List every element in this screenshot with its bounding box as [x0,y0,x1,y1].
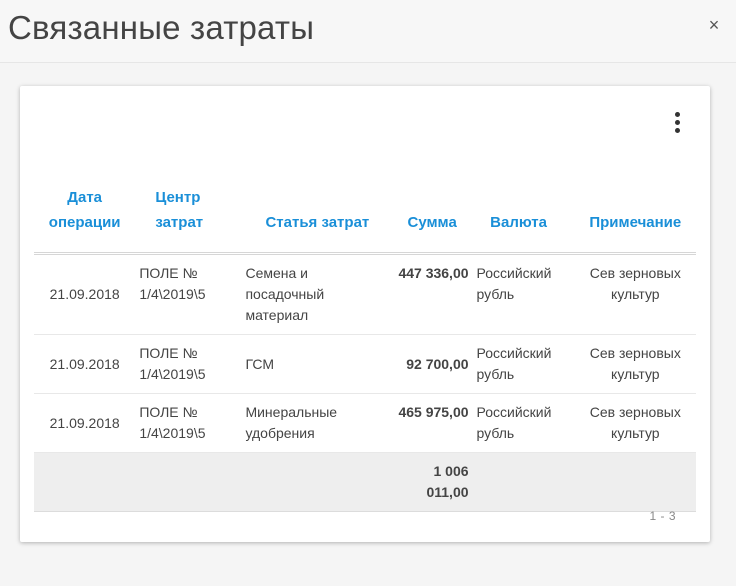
cell-amount: 447 336,00 [391,253,473,335]
cell-currency: Российский рубль [472,393,575,453]
table-row[interactable]: 21.09.2018 ПОЛЕ № 1/4\2019\5 Семена и по… [34,253,696,335]
table-row[interactable]: 21.09.2018 ПОЛЕ № 1/4\2019\5 Минеральные… [34,393,696,453]
cell-date: 21.09.2018 [34,393,136,453]
cell-note: Сев зерновых культур [574,393,696,453]
column-header-cost-item[interactable]: Статья затрат [241,162,392,255]
column-header-note[interactable]: Примечание [574,162,696,255]
cell-note: Сев зерновых культур [574,334,696,394]
total-cell-empty [135,452,242,512]
cell-cost-item: ГСМ [241,334,392,394]
close-icon[interactable]: × [706,16,722,34]
cell-date: 21.09.2018 [34,334,136,394]
more-vertical-icon[interactable] [668,110,688,138]
column-header-currency[interactable]: Валюта [472,162,575,255]
cell-amount: 92 700,00 [391,334,473,394]
more-dot [675,120,680,125]
column-header-cost-center[interactable]: Центр затрат [135,162,242,255]
cell-date: 21.09.2018 [34,253,136,335]
cell-currency: Российский рубль [472,253,575,335]
total-cell-empty [472,452,575,512]
cell-currency: Российский рубль [472,334,575,394]
cell-amount: 465 975,00 [391,393,473,453]
cell-cost-center: ПОЛЕ № 1/4\2019\5 [135,393,242,453]
total-row: 1 006 011,00 [34,452,696,512]
more-dot [675,128,680,133]
costs-card: Дата операции Центр затрат Статья затрат… [20,86,710,542]
cell-note: Сев зерновых культур [574,253,696,335]
table-row[interactable]: 21.09.2018 ПОЛЕ № 1/4\2019\5 ГСМ 92 700,… [34,334,696,394]
more-dot [675,112,680,117]
cell-cost-center: ПОЛЕ № 1/4\2019\5 [135,334,242,394]
dialog-header: Связанные затраты × [0,0,736,63]
dialog-title: Связанные затраты [8,9,315,46]
table-header-row: Дата операции Центр затрат Статья затрат… [34,162,696,255]
column-header-amount[interactable]: Сумма [391,162,473,255]
column-header-date[interactable]: Дата операции [34,162,136,255]
total-cell-empty [574,452,696,512]
pagination-range: 1 - 3 [649,509,676,523]
costs-table: Дата операции Центр затрат Статья затрат… [34,162,696,512]
total-cell-empty [241,452,392,512]
cell-cost-item: Минеральные удобрения [241,393,392,453]
cell-cost-item: Семена и посадочный материал [241,253,392,335]
total-cell-empty [34,452,136,512]
cell-cost-center: ПОЛЕ № 1/4\2019\5 [135,253,242,335]
total-amount: 1 006 011,00 [391,452,473,512]
